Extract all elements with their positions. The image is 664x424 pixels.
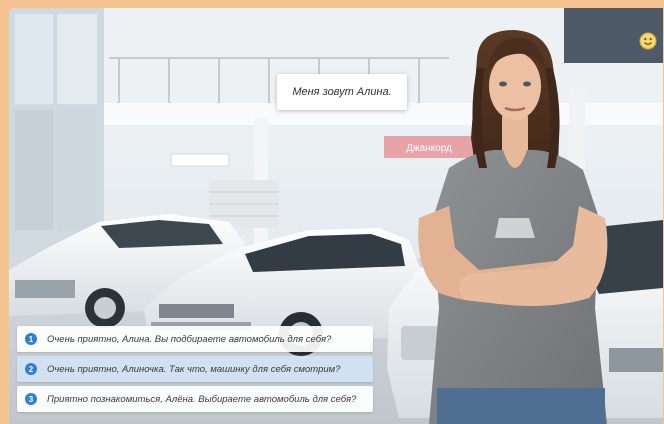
choice-text-2: Очень приятно, Алиночка. Так что, машинк… [47, 363, 341, 375]
choice-text-3: Приятно познакомиться, Алёна. Выбираете … [47, 393, 357, 405]
choice-number-2: 2 [25, 363, 37, 375]
dialogue-choices: 1 Очень приятно, Алина. Вы подбираете ав… [17, 326, 373, 416]
choice-option-1[interactable]: 1 Очень приятно, Алина. Вы подбираете ав… [17, 326, 373, 352]
game-viewport: Джанкорд Меня зовут Алина. 1 Очень прият… [9, 8, 663, 424]
showroom-sign: Джанкорд [406, 143, 452, 154]
choice-text-1: Очень приятно, Алина. Вы подбираете авто… [47, 333, 332, 345]
choice-option-2[interactable]: 2 Очень приятно, Алиночка. Так что, маши… [17, 356, 373, 382]
npc-speech-bubble: Меня зовут Алина. [277, 74, 407, 110]
choice-number-3: 3 [25, 393, 37, 405]
choice-number-1: 1 [25, 333, 37, 345]
choice-option-3[interactable]: 3 Приятно познакомиться, Алёна. Выбирает… [17, 386, 373, 412]
smiley-face-icon [639, 32, 657, 50]
